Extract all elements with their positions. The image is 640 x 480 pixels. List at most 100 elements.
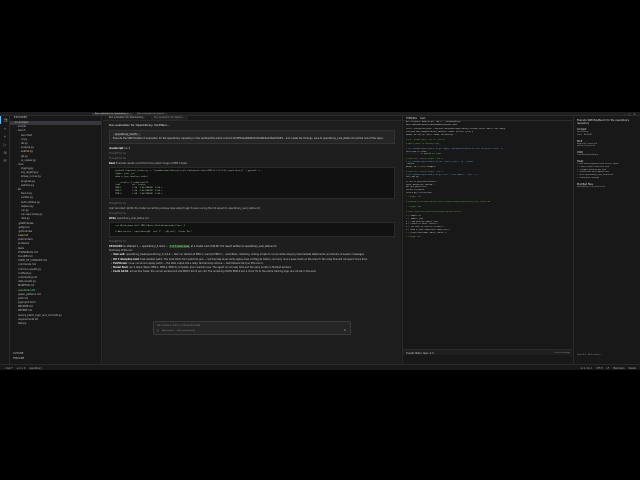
resolved-label: RESOLVED: [109, 245, 123, 248]
todo-label: Write openlibrary_eval_status.md: [579, 174, 613, 177]
todo-label: Collect results from each task: [579, 165, 610, 168]
status-right: Ln 1, Col 1 UTF-8 LF Markdown Claude: [581, 367, 636, 370]
thought-label: Thought for 5s: [109, 201, 126, 205]
tool-step[interactable]: Thought for 5s: [109, 202, 395, 205]
terminal-panel: TERMINAL bash git rev-parse HEAD && git …: [402, 116, 572, 364]
bullet-text: none, ran at one replay patch — the tota…: [128, 261, 264, 265]
problems-indicator[interactable]: ⊗ 0 ⚠ 0: [17, 367, 26, 370]
tool-step[interactable]: Bash Evaluate results count from tmux pa…: [109, 162, 395, 165]
attachment-chip[interactable]: openlibrary_modifi...: [113, 133, 141, 137]
tool-step[interactable]: Write openlibrary_eval_status.md: [109, 217, 395, 220]
tool-arg: Evaluate results count from tmux patch i…: [116, 162, 188, 166]
status-left: ⑂ main* ⊗ 0 ⚠ 0 openlibrary: [4, 367, 42, 370]
chat-tab-active[interactable]: Run evaluation for OpenLibrary...: [105, 116, 150, 120]
todo-label: Record cost and elapsed time: [579, 171, 610, 174]
thought-label: Thought for 4s: [109, 151, 126, 155]
explorer-panel: EXPLORER ⌄ sn-analysis ⌄ scripts ⌄ bench · benc…: [10, 116, 102, 364]
summary-label: Summary of the run:: [109, 249, 133, 253]
timeline-section[interactable]: › TIMELINE: [10, 357, 101, 361]
cursor-position[interactable]: Ln 1, Col 1: [581, 367, 593, 370]
modified-file[interactable]: openlibrary_eval_status.md: [577, 186, 637, 189]
chat-transcript: Run evaluation for OpenLibrary modifiers…: [103, 121, 401, 273]
language-mode[interactable]: Markdown: [613, 367, 624, 370]
terminal-prompt-bar[interactable]: Claude Model Opus 4.6 esc to interrupt: [403, 349, 572, 355]
chat-input-placeholder[interactable]: Ask Claude to edit or continue this task: [157, 324, 200, 327]
todo-item[interactable]: ✓ Summarize findings: [577, 177, 637, 180]
edit-mode-toggle[interactable]: Edit automatically: [177, 330, 195, 332]
summary-bullet: • Model fleet: ran 4 tasks (Tasks: PRM-1…: [111, 266, 292, 270]
tree-item-label: test.py: [18, 322, 27, 325]
tool-step[interactable]: cloudscript ran 8: [109, 147, 395, 150]
bullet-heading: Costs $0.82: [113, 270, 129, 274]
bullet-heading: Task exit: [113, 253, 125, 257]
steps-group-3: Thought for 3s: [109, 240, 395, 243]
tool-step[interactable]: Thought for 2s: [109, 212, 395, 215]
source-control-icon[interactable]: ⑂: [0, 132, 10, 140]
tool-name: Bash: [109, 162, 116, 166]
info-sections: Context openlibrary main · 4b1f5f4 MCP basht…: [577, 128, 637, 163]
thought-label: Thought for 6s: [109, 157, 126, 161]
workspace-indicator: openlibrary: [29, 366, 42, 370]
tool-step[interactable]: Thought for 3s: [109, 240, 395, 243]
todo-label: Summarize findings: [579, 176, 600, 179]
info-title: Execute SWE-PolyBench for the openlibrar…: [577, 119, 630, 125]
mention-button[interactable]: @: [157, 330, 159, 332]
write-output-block: +++ Which phase-diff PRM-1(Auto) With-Wo…: [109, 222, 395, 237]
files-icon[interactable]: ❐: [0, 116, 10, 124]
branch-indicator[interactable]: ⑂ main*: [4, 367, 13, 370]
send-icon[interactable]: ➤: [343, 328, 347, 332]
bullet-heading: Fail/thrash: [113, 261, 127, 265]
tree-file[interactable]: · test.py: [10, 322, 101, 326]
thought-label: Thought for 2s: [109, 212, 126, 215]
terminal-line: > Thought 49s: [406, 236, 421, 239]
terminal-hint: esc to interrupt: [554, 351, 570, 354]
encoding[interactable]: UTF-8: [596, 367, 602, 370]
bullet-heading: Hit 3 discipline hold: [113, 257, 139, 261]
ide-window: Run evaluation for OpenLibrary r... Run …: [0, 112, 640, 370]
assistant-status[interactable]: Claude: [628, 367, 636, 370]
resolved-badge: 1 of 5 tasks pass: [168, 245, 191, 249]
run-icon[interactable]: ▷: [0, 140, 10, 148]
tool-name: Write: [109, 217, 117, 221]
chat-icon[interactable]: ✉: [0, 156, 10, 164]
info-section-value: github Connected: [577, 145, 595, 148]
summary-bullet: • Hit 3 discipline hold: task-isolated p…: [111, 257, 368, 261]
bullet-text: openlibrary_tasks/openlibrary/_5,4,6,9 —…: [126, 253, 365, 257]
chat-input-controls: @ Add context Edit automatically: [157, 330, 195, 332]
todo-label: Compare pass/fail per task: [579, 168, 607, 171]
tool-arg: openlibrary_eval_status.md: [116, 217, 149, 221]
chat-panel: Run evaluation for OpenLibrary... Run ev…: [103, 116, 401, 364]
terminal-prompt: Claude Model Opus 4.6: [406, 351, 434, 355]
summary-bullet: • Task exit: openlibrary_tasks/openlibra…: [111, 253, 365, 257]
bullet-text: ran 4 tasks (Tasks: PRM-1, PRM-2, PRM-3)…: [129, 266, 292, 270]
bullet-heading: Model fleet: [113, 266, 128, 270]
bash-tab[interactable]: bash: [420, 117, 425, 120]
todo-list: ✓ Run SWE-PolyBench eval for all 5 tasks…: [577, 163, 637, 180]
tool-arg: Cost recorded: $0.82, the model ran writ…: [109, 206, 261, 210]
steps-group-2: Thought for 5s Cost recorded: $0.82, the …: [109, 202, 395, 221]
status-bar: ⑂ main* ⊗ 0 ⚠ 0 openlibrary Ln 1, Col 1 …: [0, 364, 640, 370]
resolved-text: on attempt 1 — openlibrary/_5,4,6,9 —: [123, 245, 168, 248]
summary-bullet: • Costs $0.82: across four tasks; the ru…: [111, 270, 317, 274]
user-prompt: openlibrary_modifi... Execute the SWE-Po…: [109, 130, 395, 144]
tool-step[interactable]: Cost recorded: $0.82, the model ran writ…: [109, 207, 395, 210]
terminal-tab[interactable]: TERMINAL: [406, 117, 417, 120]
tree-item-label: watcher.py: [21, 183, 35, 187]
chat-input-box[interactable]: Ask Claude to edit or continue this task…: [153, 321, 351, 335]
chat-tab-inactive[interactable]: Run evaluation for OpenL...: [150, 116, 189, 120]
extensions-icon[interactable]: ⊞: [0, 148, 10, 156]
prompt-text: Execute the SWE-PolyBench evaluation for…: [113, 137, 384, 141]
search-icon[interactable]: ⌕: [0, 124, 10, 132]
outline-section[interactable]: › OUTLINE: [10, 352, 101, 356]
tool-arg: ran 8: [124, 146, 131, 150]
info-section-value: main · 4b1f5f4: [577, 133, 592, 136]
summary-bullets: • Task exit: openlibrary_tasks/openlibra…: [109, 253, 395, 273]
add-context-button[interactable]: Add context: [162, 330, 174, 332]
model-footer: Opus 4.6 · 66% context: [577, 354, 601, 356]
activity-bar: ❐ ⌕ ⑂ ▷ ⊞ ✉: [0, 116, 10, 364]
steps-group-1: cloudscript ran 8 Thought for 4s Thought f…: [109, 147, 395, 166]
tool-step[interactable]: Thought for 4s: [109, 152, 395, 155]
line-ending[interactable]: LF: [607, 367, 609, 370]
terminal-output: git rev-parse HEAD && git log -1 --forma…: [403, 121, 572, 239]
tool-step[interactable]: Thought for 6s: [109, 157, 395, 160]
